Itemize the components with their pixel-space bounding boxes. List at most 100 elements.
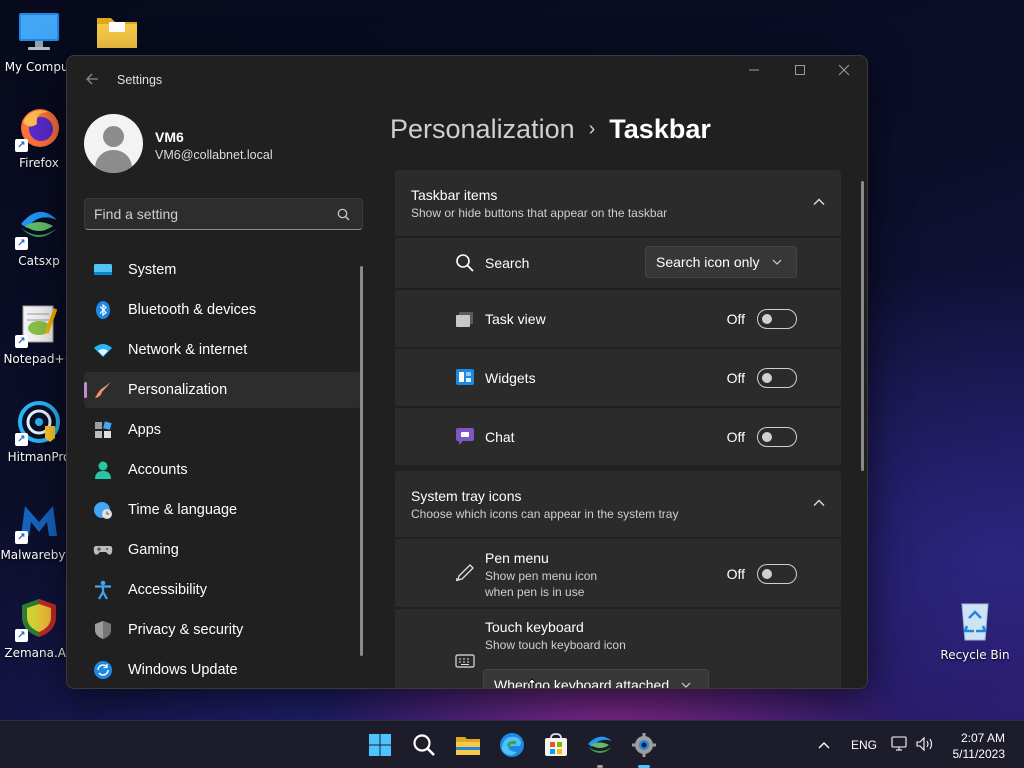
sidebar-item-label: Apps	[128, 422, 162, 438]
content-scrollbar[interactable]	[861, 181, 864, 471]
sidebar-item-windows-update[interactable]: Windows Update	[84, 652, 363, 688]
edge-icon[interactable]	[498, 731, 526, 759]
section-subtitle: Show or hide buttons that appear on the …	[411, 206, 668, 220]
touch-keyboard-dropdown[interactable]: When no keyboard attached	[483, 669, 709, 689]
close-icon	[838, 64, 850, 76]
search-icon[interactable]	[337, 208, 350, 221]
avatar-head	[103, 126, 124, 147]
search-input[interactable]	[94, 205, 324, 223]
section-taskbar-items-header[interactable]: Taskbar items Show or hide buttons that …	[395, 170, 841, 236]
search-icon[interactable]	[410, 731, 438, 759]
breadcrumb-parent[interactable]: Personalization	[390, 114, 575, 144]
desktop-icon-label: Recycle Bin	[940, 648, 1010, 662]
back-button[interactable]	[81, 70, 103, 92]
store-icon[interactable]	[542, 731, 570, 759]
shortcut-arrow-icon: ↗	[15, 139, 28, 152]
sidebar-item-accounts[interactable]: Accounts	[84, 452, 363, 488]
breadcrumb: Personalization › Taskbar	[390, 114, 711, 145]
sidebar-item-accessibility[interactable]: Accessibility	[84, 572, 363, 608]
section-title: System tray icons	[411, 488, 522, 504]
file-explorer-icon[interactable]	[454, 731, 482, 759]
catsxp-taskbar-icon[interactable]	[586, 731, 614, 759]
window-title: Settings	[117, 73, 163, 87]
globe-clock-icon	[93, 500, 113, 520]
sidebar-item-privacy-security[interactable]: Privacy & security	[84, 612, 363, 648]
dropdown-value: When no keyboard attached	[494, 677, 670, 689]
task-view-toggle[interactable]	[757, 309, 797, 329]
pen-menu-toggle[interactable]	[757, 564, 797, 584]
close-button[interactable]	[829, 64, 859, 82]
sidebar-item-label: Network & internet	[128, 342, 248, 358]
row-label: Touch keyboard	[485, 619, 584, 635]
monitor-icon	[17, 10, 61, 54]
chevron-up-icon[interactable]	[818, 740, 830, 750]
row-description: when pen is in use	[485, 585, 585, 599]
shortcut-arrow-icon: ↗	[15, 237, 28, 250]
sidebar-scrollbar[interactable]	[360, 266, 363, 656]
sidebar-item-bluetooth-devices[interactable]: Bluetooth & devices	[84, 292, 363, 328]
row-pen-menu: Pen menu Show pen menu icon when pen is …	[395, 539, 841, 607]
widgets-toggle[interactable]	[757, 368, 797, 388]
sidebar-item-label: Accessibility	[128, 582, 207, 598]
settings-content: Taskbar items Show or hide buttons that …	[395, 170, 841, 689]
sidebar-item-personalization[interactable]: Personalization	[84, 372, 363, 408]
toggle-state-label: Off	[726, 429, 745, 445]
search-box[interactable]	[84, 198, 363, 230]
widgets-icon	[456, 369, 474, 385]
user-email: VM6@collabnet.local	[155, 148, 273, 162]
clock[interactable]: 2:07 AM 5/11/2023	[953, 730, 1006, 762]
avatar[interactable]	[84, 114, 143, 173]
sidebar-item-time-language[interactable]: Time & language	[84, 492, 363, 528]
gamepad-icon	[93, 540, 113, 560]
toggle-state-label: Off	[726, 311, 745, 327]
shield-icon	[93, 620, 113, 640]
breadcrumb-separator: ›	[588, 118, 596, 140]
firefox-icon: ↗	[15, 106, 61, 152]
catsxp-icon: ↗	[15, 204, 61, 250]
sidebar-item-label: Time & language	[128, 502, 238, 518]
back-arrow-icon	[86, 73, 98, 85]
settings-window: Settings VM6 VM6@collabnet.local System	[66, 55, 868, 689]
desktop-icon-recycle-bin[interactable]: Recycle Bin	[936, 598, 1014, 662]
search-mode-dropdown[interactable]: Search icon only	[645, 246, 797, 278]
chat-toggle[interactable]	[757, 427, 797, 447]
chevron-up-icon[interactable]	[813, 196, 825, 208]
sidebar-item-gaming[interactable]: Gaming	[84, 532, 363, 568]
minimize-button[interactable]	[739, 64, 769, 82]
user-name: VM6	[155, 129, 184, 145]
network-icon[interactable]	[891, 736, 909, 752]
chevron-up-icon[interactable]	[813, 497, 825, 509]
row-description: Show touch keyboard icon	[485, 638, 626, 652]
zemana-icon: ↗	[15, 596, 61, 642]
settings-gear-icon[interactable]	[630, 731, 658, 759]
sidebar-item-label: System	[128, 262, 177, 278]
row-search: Search Search icon only	[395, 238, 841, 288]
page-title: Taskbar	[609, 114, 711, 144]
sidebar-item-label: Bluetooth & devices	[128, 302, 257, 318]
search-icon	[456, 254, 474, 272]
sidebar-item-label: Accounts	[128, 462, 188, 478]
desktop-icon-label: HitmanPro	[7, 450, 71, 464]
shortcut-arrow-icon: ↗	[15, 531, 28, 544]
sidebar-item-apps[interactable]: Apps	[84, 412, 363, 448]
section-system-tray-header[interactable]: System tray icons Choose which icons can…	[395, 471, 841, 537]
folder-icon	[95, 10, 139, 54]
clock-date: 5/11/2023	[952, 747, 1006, 761]
accounts-icon	[93, 460, 113, 480]
recycle-bin-icon	[953, 598, 997, 642]
volume-icon[interactable]	[915, 736, 935, 752]
sidebar-item-label: Privacy & security	[128, 622, 244, 638]
maximize-button[interactable]	[785, 64, 815, 82]
desktop-icon-label: Zemana.An	[4, 646, 74, 660]
row-description: Show pen menu icon	[485, 569, 598, 583]
language-indicator[interactable]: ENG	[851, 738, 877, 752]
sidebar-item-network-internet[interactable]: Network & internet	[84, 332, 363, 368]
row-task-view: Task view Off	[395, 290, 841, 347]
windows-start-icon[interactable]	[366, 731, 394, 759]
sidebar-item-system[interactable]: System	[84, 252, 363, 288]
title-bar[interactable]: Settings	[67, 56, 867, 106]
row-label: Widgets	[485, 370, 536, 386]
brush-icon	[93, 380, 113, 400]
shortcut-arrow-icon: ↗	[15, 629, 28, 642]
desktop-icon-folder[interactable]	[78, 10, 156, 54]
